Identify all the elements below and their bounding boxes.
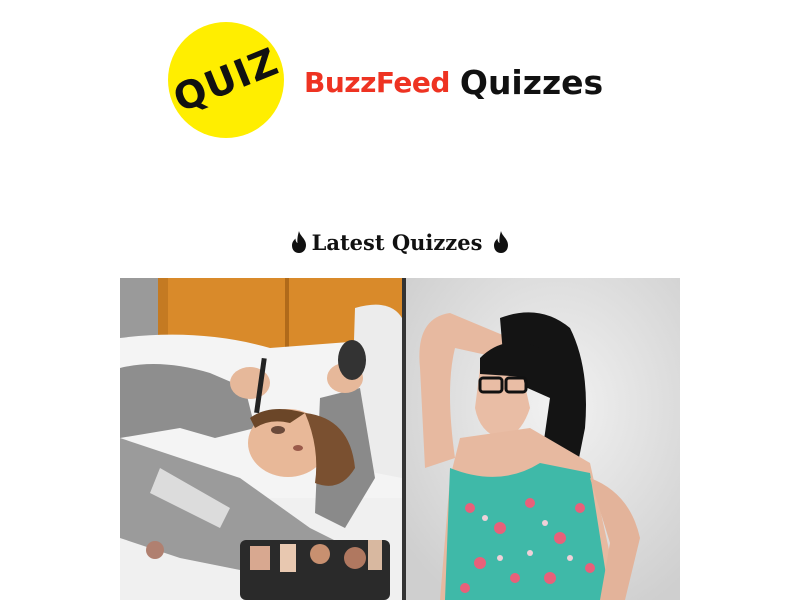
brand-name: BuzzFeed <box>304 65 450 99</box>
latest-quizzes-title: Latest Quizzes <box>311 229 483 255</box>
brand-section-name: Quizzes <box>459 62 604 102</box>
buzzfeed-quizzes-logo-link[interactable]: QUIZ BuzzFeed Quizzes <box>167 22 628 138</box>
flame-icon <box>291 231 306 253</box>
page: QUIZ BuzzFeed Quizzes Latest Quizzes <box>0 0 800 600</box>
flame-icon <box>494 231 509 253</box>
latest-quizzes-heading: Latest Quizzes <box>0 226 800 258</box>
brand-wordmark: BuzzFeed Quizzes <box>304 60 603 104</box>
quiz-card-image-link[interactable] <box>120 278 680 600</box>
quiz-card-image <box>120 278 680 600</box>
quiz-badge-text: QUIZ <box>167 39 285 121</box>
